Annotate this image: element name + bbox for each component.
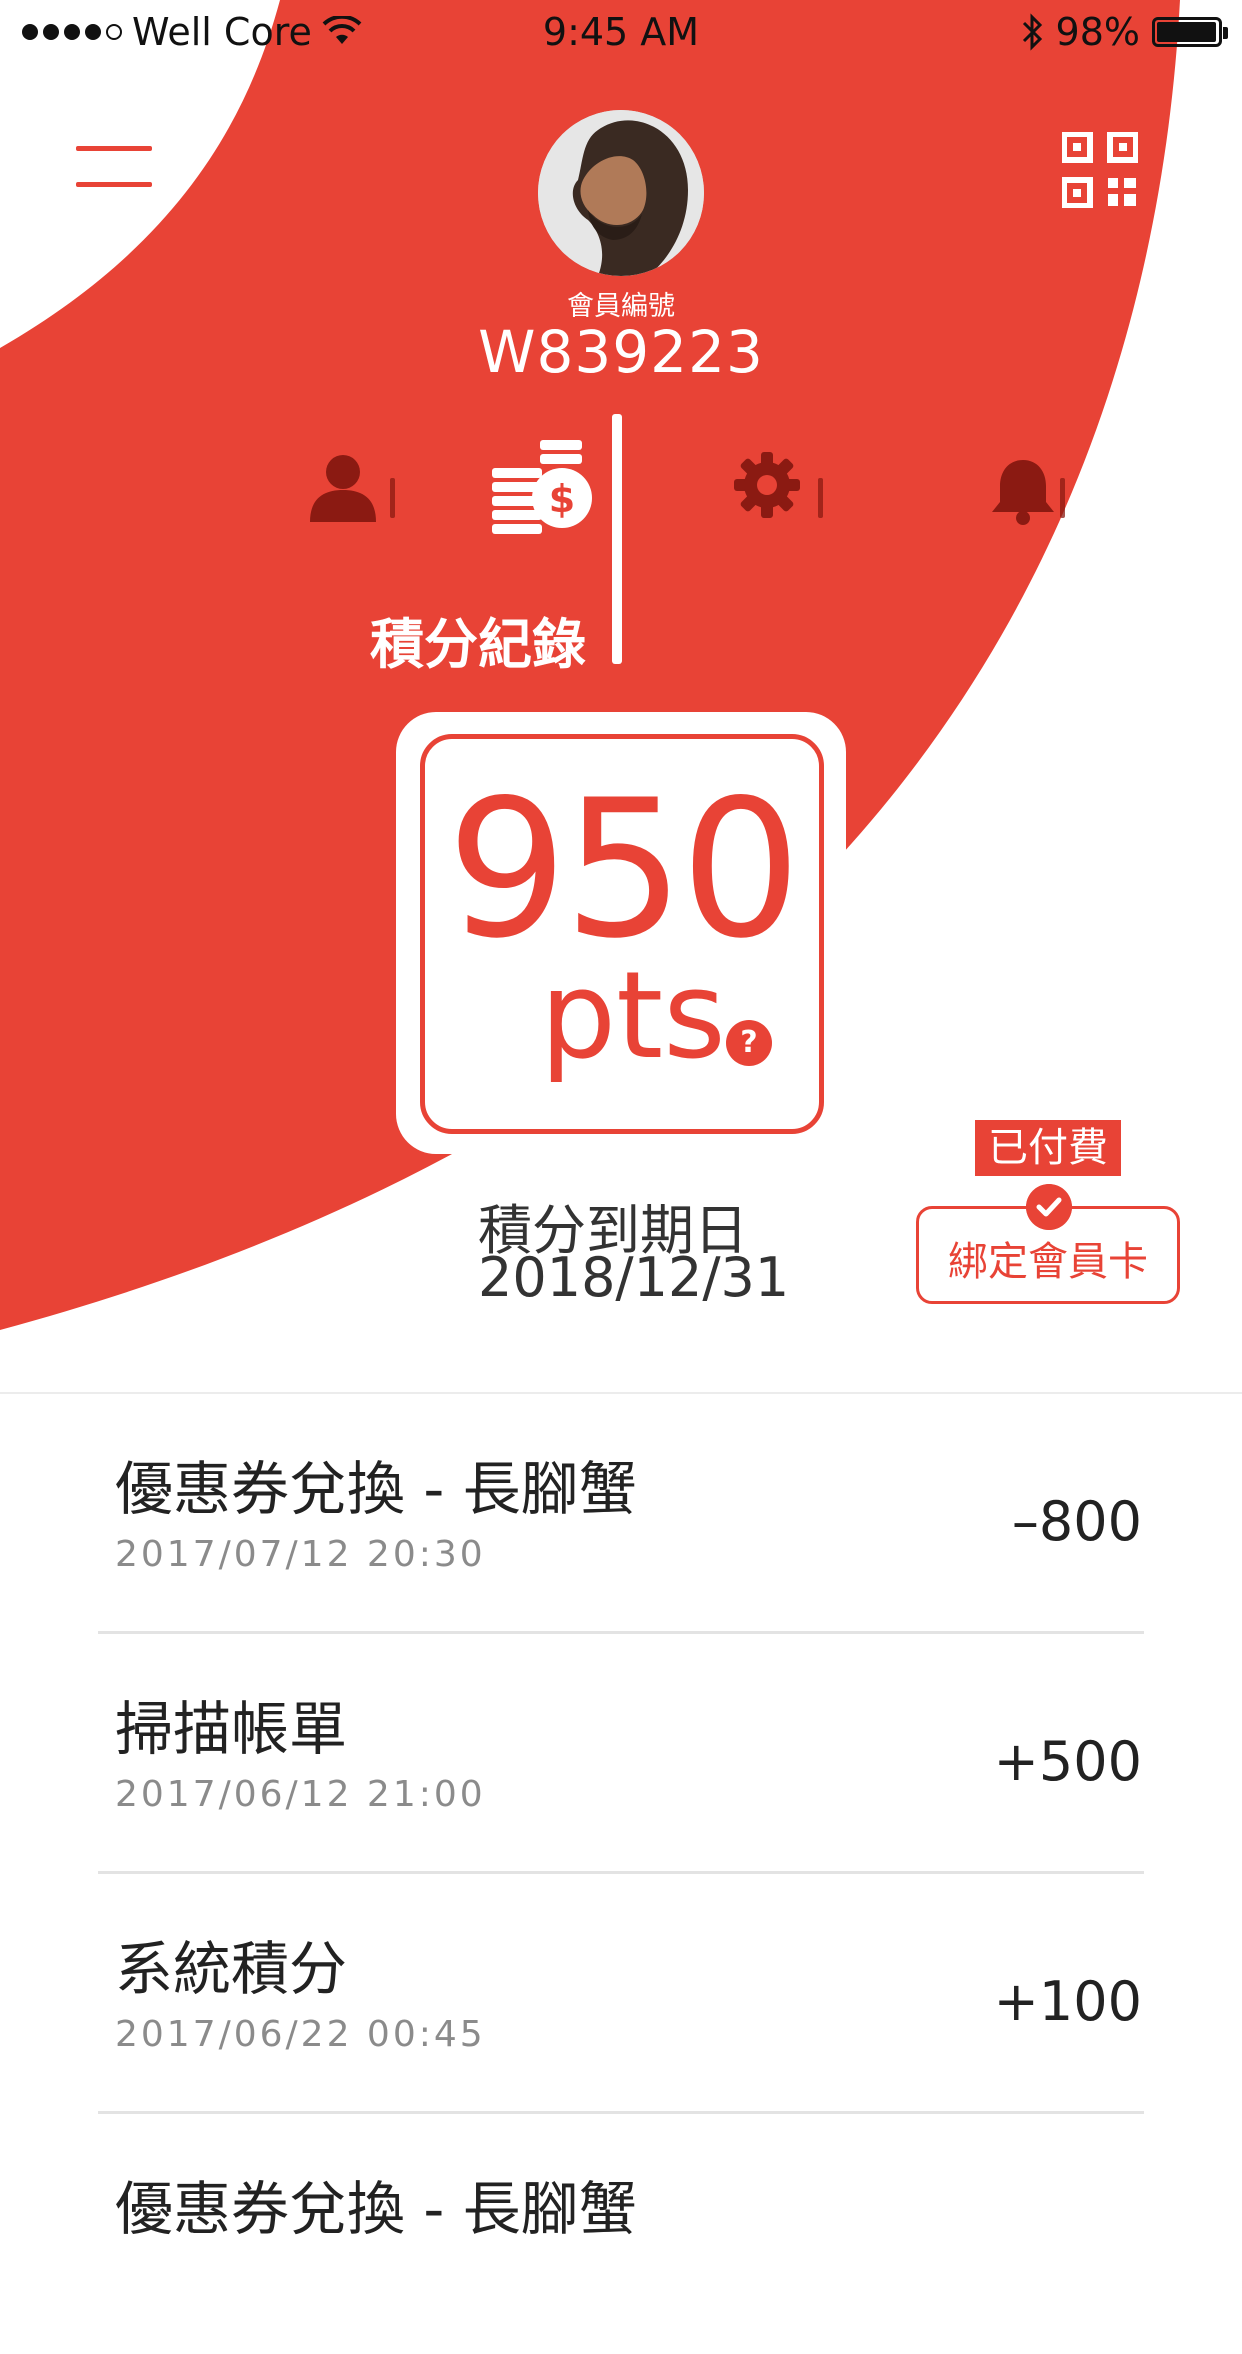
paid-badge: 已付費	[975, 1120, 1121, 1176]
transaction-date: 2017/06/12 21:00	[115, 1774, 486, 1815]
tab-separator	[1060, 478, 1065, 518]
list-item[interactable]: 系統積分 2017/06/22 00:45 +100	[0, 1874, 1242, 2114]
points-value: 950	[446, 759, 802, 980]
transaction-title: 優惠券兌換 - 長腳蟹	[115, 2175, 637, 2243]
transaction-date: 2017/07/12 20:30	[115, 1534, 486, 1575]
status-right: 98%	[1020, 10, 1228, 54]
points-unit: pts	[540, 947, 726, 1086]
bluetooth-icon	[1022, 13, 1042, 51]
tab-title: 積分紀錄	[370, 613, 586, 676]
battery-icon	[1152, 17, 1228, 47]
menu-button[interactable]	[76, 142, 152, 194]
battery-percent: 98%	[1055, 10, 1140, 54]
transaction-amount: +100	[993, 1970, 1142, 2033]
check-icon	[1026, 1184, 1072, 1230]
profile-icon[interactable]	[306, 450, 380, 524]
list-item[interactable]: 優惠券兌換 - 長腳蟹	[0, 2114, 1242, 2354]
list-item[interactable]: 掃描帳單 2017/06/12 21:00 +500	[0, 1634, 1242, 1874]
active-tab-indicator	[612, 414, 622, 664]
transaction-title: 系統積分	[115, 1935, 348, 2003]
gear-icon[interactable]	[732, 450, 802, 520]
tab-separator	[818, 478, 823, 518]
coins-icon[interactable]: $	[490, 440, 594, 540]
svg-text:$: $	[549, 477, 575, 521]
transaction-list: 優惠券兌換 - 長腳蟹 2017/07/12 20:30 –800 掃描帳單 2…	[0, 1394, 1242, 2354]
list-item[interactable]: 優惠券兌換 - 長腳蟹 2017/07/12 20:30 –800	[0, 1394, 1242, 1634]
avatar-portrait	[538, 110, 704, 276]
transaction-title: 掃描帳單	[115, 1695, 348, 1763]
transaction-amount: +500	[993, 1730, 1142, 1793]
member-id: W839223	[478, 318, 764, 386]
tab-separator	[390, 478, 395, 518]
transaction-title: 優惠券兌換 - 長腳蟹	[115, 1455, 637, 1523]
bell-icon[interactable]	[990, 456, 1056, 526]
transaction-amount: –800	[1011, 1490, 1142, 1553]
avatar[interactable]	[538, 110, 704, 276]
transaction-date: 2017/06/22 00:45	[115, 2014, 486, 2055]
status-bar: Well Core 9:45 AM 98%	[0, 0, 1242, 70]
expiry-date: 2018/12/31	[478, 1246, 790, 1309]
qr-code-icon[interactable]	[1062, 132, 1138, 208]
help-icon[interactable]: ?	[726, 1020, 772, 1066]
